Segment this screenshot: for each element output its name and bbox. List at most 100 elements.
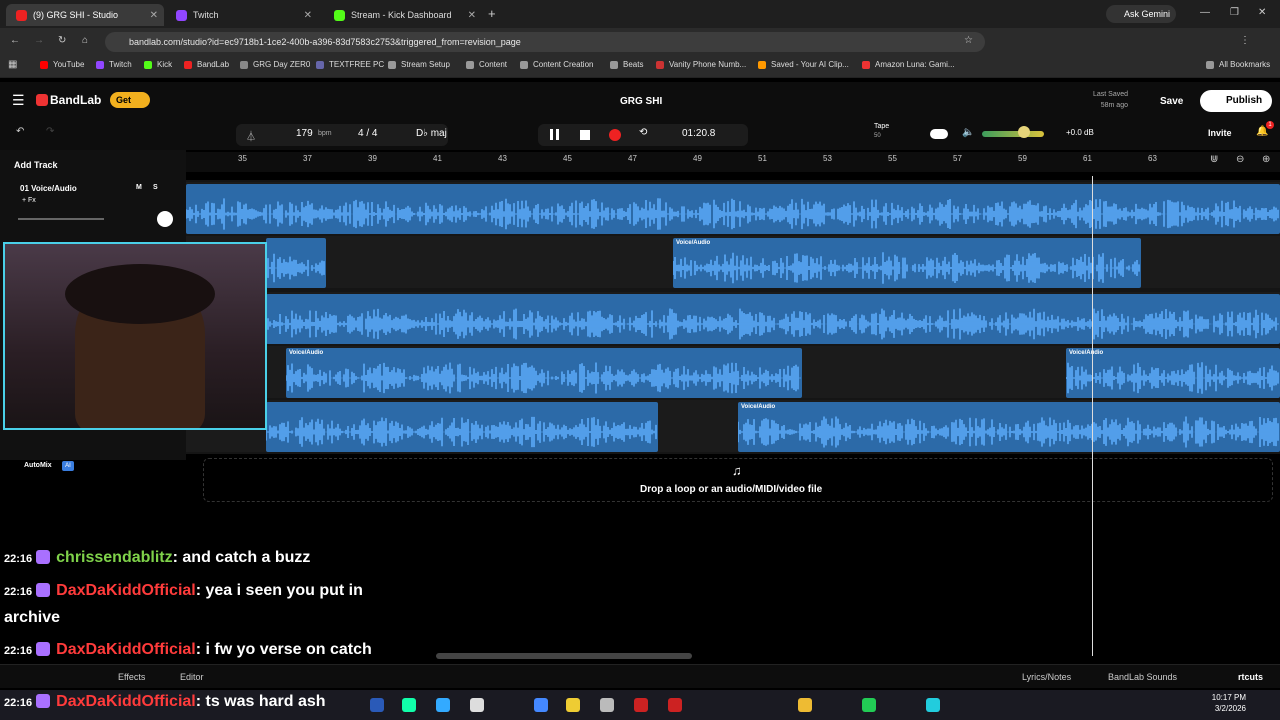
loop-icon[interactable]: ⟲ [639,127,647,138]
track-lane[interactable]: Voice/Audio [186,236,1280,288]
editor-tab[interactable]: Editor [180,672,204,682]
add-track-button[interactable]: Add Track [14,160,58,170]
speaker-icon[interactable]: 🔈 [962,127,974,138]
bookmark-star-icon[interactable]: ☆ [964,35,973,46]
track-lane[interactable]: Voice/Audio [186,400,1280,452]
tab-twitch[interactable]: Twitch ✕ [166,4,318,26]
hamburger-icon[interactable]: ☰ [12,92,25,109]
bookmark-item[interactable]: Beats [610,60,643,69]
bookmark-item[interactable]: GRG Day ZER0 [240,60,310,69]
audio-clip[interactable] [266,402,658,452]
bookmark-item[interactable]: Vanity Phone Numb... [656,60,746,69]
stop-icon[interactable] [580,130,590,140]
track-lane[interactable] [186,182,1280,234]
lyrics-notes-tab[interactable]: Lyrics/Notes [1022,672,1071,682]
taskbar-app-icon[interactable] [926,698,940,712]
clock-date[interactable]: 3/2/2026 [1206,704,1246,713]
taskbar-app-icon[interactable] [634,698,648,712]
zoom-out-icon[interactable]: ⊖ [1236,154,1244,165]
master-volume-slider[interactable] [982,131,1044,137]
project-title[interactable]: GRG SHI [620,96,662,107]
bookmark-item[interactable]: Saved - Your AI Clip... [758,60,849,69]
tape-toggle[interactable] [930,129,948,139]
taskbar-app-icon[interactable] [600,698,614,712]
tab-studio[interactable]: (9) GRG SHI - Studio ✕ [6,4,164,26]
key-selector[interactable]: D♭ maj [416,128,447,139]
time-signature[interactable]: 4 / 4 [358,128,377,139]
bookmark-item[interactable]: Content Creation [520,60,593,69]
apps-icon[interactable]: ▦ [8,59,17,70]
taskbar-app-icon[interactable] [566,698,580,712]
menu-icon[interactable]: ⋮ [1240,35,1250,46]
clock-time[interactable]: 10:17 PM [1206,693,1246,702]
taskbar-app-icon[interactable] [534,698,548,712]
audio-clip[interactable]: Voice/Audio [286,348,802,398]
invite-button[interactable]: Invite [1208,128,1232,138]
get-membership-button[interactable]: Get [110,92,150,108]
track-lanes[interactable]: Voice/Audio Voice/Audio Voice/Audio Voic… [186,180,1280,454]
taskbar-app-icon[interactable] [798,698,812,712]
effects-tab[interactable]: Effects [118,672,145,682]
audio-clip[interactable]: Voice/Audio [673,238,1141,288]
bpm-value[interactable]: 179 [296,128,313,139]
close-icon[interactable]: ✕ [150,10,158,21]
pause-icon[interactable] [550,129,559,140]
undo-icon[interactable]: ↶ [16,126,24,137]
bookmark-item[interactable]: Content [466,60,507,69]
solo-button[interactable]: S [153,184,158,191]
bookmark-item[interactable]: TEXTFREE PC [316,60,384,69]
close-icon[interactable]: ✕ [468,10,476,21]
shortcuts-button[interactable]: rtcuts [1238,672,1263,682]
track-name[interactable]: 01 Voice/Audio [20,184,77,193]
redo-icon[interactable]: ↷ [46,126,54,137]
mute-button[interactable]: M [136,184,142,191]
maximize-icon[interactable]: ❐ [1230,7,1239,18]
all-bookmarks[interactable]: All Bookmarks [1206,60,1270,69]
track-volume-slider[interactable] [18,218,104,220]
metronome-icon[interactable]: ⏃ [246,128,256,143]
drop-zone[interactable]: ♫ Drop a loop or an audio/MIDI/video fil… [203,458,1273,502]
taskbar-app-icon[interactable] [668,698,682,712]
ask-gemini-button[interactable]: Ask Gemini [1106,5,1176,23]
track-lane[interactable] [186,292,1280,344]
close-icon[interactable]: ✕ [304,10,312,21]
taskbar-app-icon[interactable] [862,698,876,712]
close-window-icon[interactable]: ✕ [1258,7,1266,18]
forward-icon[interactable]: → [34,35,44,46]
reload-icon[interactable]: ↻ [58,35,66,46]
volume-knob[interactable] [1018,126,1030,138]
automix-label[interactable]: AutoMix [24,462,52,469]
home-icon[interactable]: ⌂ [82,35,88,46]
taskbar-app-icon[interactable] [436,698,450,712]
track-lane[interactable]: Voice/Audio Voice/Audio [186,346,1280,398]
bookmark-item[interactable]: Kick [144,60,172,69]
record-icon[interactable] [609,129,621,141]
audio-clip[interactable] [186,184,1280,234]
audio-clip[interactable] [266,294,1280,344]
timeline-ruler[interactable]: 35 37 39 41 43 45 47 49 51 53 55 57 59 6… [186,152,1280,172]
bandlab-sounds-tab[interactable]: BandLab Sounds [1108,672,1177,682]
minimize-icon[interactable]: — [1200,7,1210,18]
audio-clip[interactable] [266,238,326,288]
bookmark-item[interactable]: YouTube [40,60,84,69]
bookmark-item[interactable]: Stream Setup [388,60,450,69]
horizontal-scrollbar[interactable] [436,653,692,659]
bookmark-item[interactable]: Amazon Luna: Gami... [862,60,955,69]
back-icon[interactable]: ← [10,35,20,46]
url-input[interactable]: bandlab.com/studio?id=ec9718b1-1ce2-400b… [105,32,985,52]
tape-label[interactable]: Tape [874,123,889,130]
taskbar-app-icon[interactable] [370,698,384,712]
bookmark-item[interactable]: Twitch [96,60,132,69]
publish-button[interactable]: Publish [1200,90,1272,112]
tab-kick[interactable]: Stream - Kick Dashboard ✕ [324,4,482,26]
fx-button[interactable]: + Fx [22,197,36,204]
pan-knob[interactable] [157,211,173,227]
taskbar-app-icon[interactable] [470,698,484,712]
bookmark-item[interactable]: BandLab [184,60,229,69]
zoom-in-icon[interactable]: ⊕ [1262,154,1270,165]
audio-clip[interactable]: Voice/Audio [1066,348,1280,398]
magnet-icon[interactable]: ⋓ [1210,154,1218,165]
taskbar-app-icon[interactable] [402,698,416,712]
audio-clip[interactable]: Voice/Audio [738,402,1280,452]
save-button[interactable]: Save [1160,96,1183,107]
